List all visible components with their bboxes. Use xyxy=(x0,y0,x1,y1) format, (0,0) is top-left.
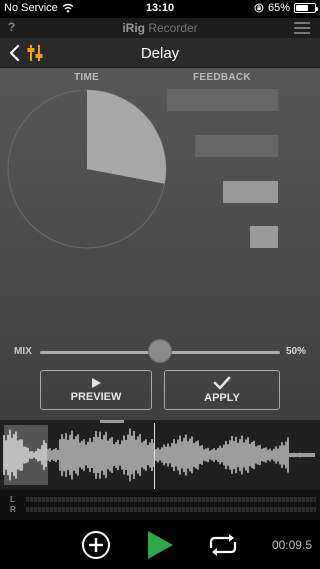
add-icon[interactable] xyxy=(81,530,111,560)
app-title: iRig Recorder xyxy=(0,21,320,35)
waveform xyxy=(3,428,315,482)
page-title: Delay xyxy=(140,45,180,62)
apply-label: APPLY xyxy=(204,392,240,404)
status-right: 65% xyxy=(254,2,318,14)
battery-percent: 65% xyxy=(267,2,290,14)
lock-rotation-icon xyxy=(254,3,264,13)
transport-bar: 00:09.5 xyxy=(0,520,320,569)
feedback-bar[interactable] xyxy=(250,226,278,248)
nav-bar: Delay xyxy=(0,38,320,68)
elapsed-time: 00:09.5 xyxy=(271,538,312,552)
apply-button[interactable]: APPLY xyxy=(164,370,280,410)
app-bar: ? iRig Recorder xyxy=(0,18,320,38)
feedback-bar[interactable] xyxy=(167,89,278,111)
app-title-brand: iRig xyxy=(122,21,145,35)
playhead[interactable] xyxy=(154,423,155,489)
play-icon[interactable] xyxy=(145,530,175,560)
play-icon xyxy=(92,378,101,388)
loop-icon[interactable] xyxy=(205,530,241,560)
time-slice xyxy=(87,90,166,184)
app-title-name: Recorder xyxy=(144,21,198,35)
mix-value: 50% xyxy=(286,346,307,357)
level-meter: L R xyxy=(0,490,320,520)
preview-label: PREVIEW xyxy=(70,391,122,403)
waveform-panel[interactable] xyxy=(0,420,320,490)
time-label: TIME xyxy=(74,72,100,83)
delay-editor: TIME FEEDBACK MIX 50% PREVIEW APPLY xyxy=(0,68,320,420)
feedback-label: FEEDBACK xyxy=(193,72,251,83)
mix-slider-knob[interactable] xyxy=(148,339,172,363)
meter-left-label: L xyxy=(10,495,15,504)
battery-icon xyxy=(294,3,318,13)
meter-right-channel xyxy=(26,507,316,512)
battery-level xyxy=(296,5,308,11)
meter-right-label: R xyxy=(10,505,16,514)
status-bar: No Service 13:10 65% xyxy=(0,0,320,18)
menu-icon[interactable] xyxy=(294,22,310,34)
preview-button[interactable]: PREVIEW xyxy=(40,370,152,410)
meter-left-channel xyxy=(26,497,316,502)
mix-label: MIX xyxy=(14,346,32,357)
check-icon xyxy=(213,376,231,390)
time-dial[interactable] xyxy=(6,88,168,250)
feedback-bar[interactable] xyxy=(223,181,278,203)
feedback-bar[interactable] xyxy=(195,135,278,157)
